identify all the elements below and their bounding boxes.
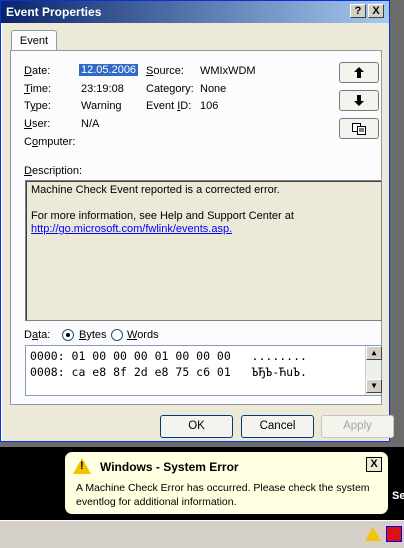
desktop-partial-text: Se	[392, 490, 404, 502]
title-bar[interactable]: Event Properties ? X	[1, 1, 389, 23]
balloon-close-button[interactable]: X	[366, 457, 382, 472]
category-value[interactable]: None	[200, 83, 226, 95]
tray-warning-icon[interactable]	[365, 527, 381, 541]
help-button[interactable]: ?	[350, 4, 366, 18]
type-label: Type:	[24, 100, 51, 112]
copy-button[interactable]	[339, 118, 379, 139]
hex-line-2: 0008: ca e8 8f 2d e8 75 c6 01 ЪЂЪ-ЋuЪ.	[30, 365, 307, 379]
arrow-up-icon	[354, 67, 364, 78]
description-label: Description:	[24, 165, 83, 177]
apply-button[interactable]: Apply	[321, 415, 394, 438]
source-value[interactable]: WMIxWDM	[200, 65, 256, 77]
balloon-message-line-2: eventlog for additional information.	[76, 496, 237, 508]
event-id-label: Event ID:	[146, 100, 192, 112]
event-properties-dialog: Event Properties ? X Event Date: 12.05.2…	[0, 0, 394, 442]
ok-button[interactable]: OK	[160, 415, 233, 438]
time-label: Time:	[24, 83, 52, 95]
window-title: Event Properties	[6, 5, 102, 19]
hex-line-1: 0000: 01 00 00 00 01 00 00 00 ........	[30, 349, 307, 363]
type-value[interactable]: Warning	[81, 100, 122, 112]
words-radio[interactable]	[111, 329, 123, 341]
tray-network-icon[interactable]	[386, 526, 402, 542]
description-text: Machine Check Event reported is a correc…	[31, 184, 376, 236]
cancel-button[interactable]: Cancel	[241, 415, 314, 438]
date-value[interactable]: 12.05.2006	[79, 64, 139, 76]
close-button[interactable]: X	[368, 4, 384, 18]
scroll-down-icon[interactable]: ▼	[366, 379, 382, 393]
scroll-up-icon[interactable]: ▲	[366, 346, 382, 360]
description-box[interactable]: Machine Check Event reported is a correc…	[25, 180, 382, 321]
balloon-message-line-1: A Machine Check Error has occurred. Plea…	[76, 482, 370, 494]
source-label: Source:	[146, 65, 184, 77]
category-label: Category:	[146, 83, 194, 95]
user-label: User:	[24, 118, 51, 130]
time-value[interactable]: 23:19:08	[81, 83, 124, 95]
description-line-2: For more information, see Help and Suppo…	[31, 210, 294, 222]
hex-scrollbar[interactable]: ▲ ▼	[365, 346, 382, 395]
arrow-down-icon	[354, 95, 364, 106]
balloon-title: Windows - System Error	[100, 460, 239, 474]
event-id-value[interactable]: 106	[200, 100, 218, 112]
taskbar	[0, 520, 404, 548]
hex-data-view[interactable]: 0000: 01 00 00 00 01 00 00 00 ........ 0…	[25, 345, 382, 396]
bytes-radio[interactable]	[62, 329, 74, 341]
user-value[interactable]: N/A	[81, 118, 99, 130]
tab-event[interactable]: Event	[11, 30, 57, 51]
balloon-message: A Machine Check Error has occurred. Plea…	[76, 481, 370, 509]
copy-icon	[352, 123, 366, 135]
previous-event-button[interactable]	[339, 62, 379, 83]
words-label[interactable]: Words	[127, 329, 159, 341]
computer-label: Computer:	[24, 136, 76, 148]
date-label: Date:	[24, 65, 51, 77]
data-label: Data:	[24, 329, 51, 341]
description-line-1: Machine Check Event reported is a correc…	[31, 184, 280, 196]
system-error-balloon[interactable]: ! Windows - System Error X A Machine Che…	[64, 451, 389, 515]
bytes-label[interactable]: Bytes	[79, 329, 107, 341]
next-event-button[interactable]	[339, 90, 379, 111]
help-link[interactable]: http://go.microsoft.com/fwlink/events.as…	[31, 223, 376, 236]
